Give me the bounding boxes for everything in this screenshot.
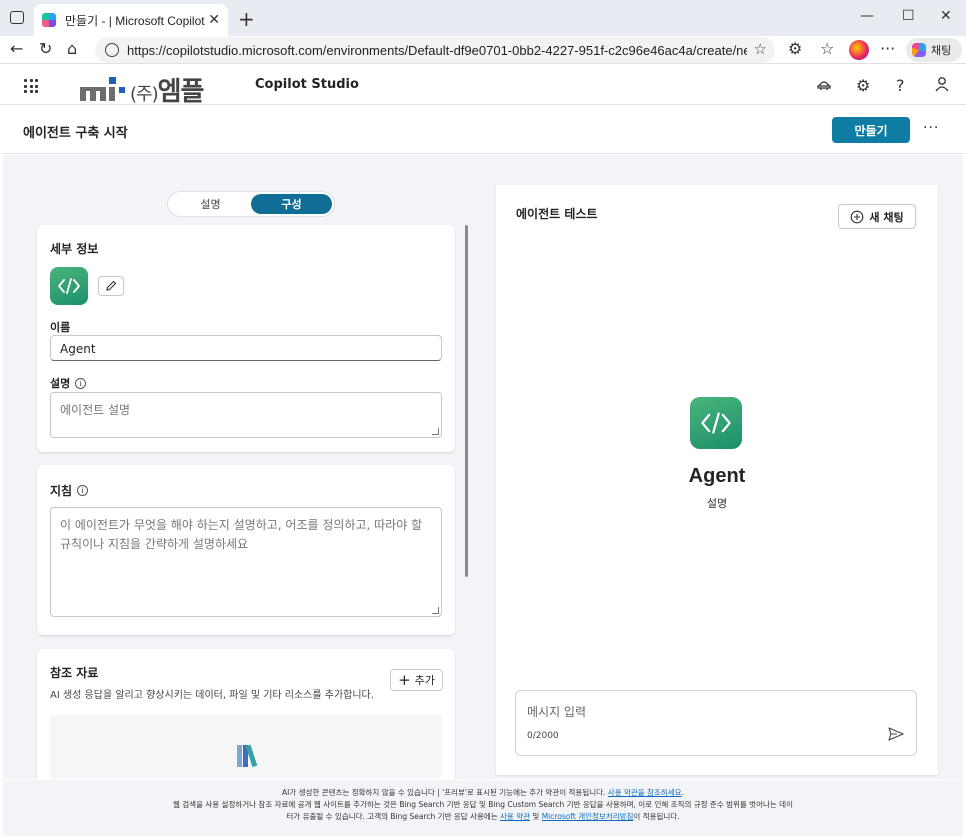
tab-configure[interactable]: 구성 (251, 194, 332, 214)
description-label: 설명 i (50, 375, 87, 391)
home-icon[interactable]: ⌂ (67, 39, 77, 58)
browser-titlebar: 만들기 - | Microsoft Copilot Studio ✕ + — ☐… (0, 0, 966, 36)
knowledge-dropzone[interactable] (50, 715, 442, 779)
close-tab-icon[interactable]: ✕ (208, 12, 220, 28)
message-input[interactable]: 메시지 입력 0/2000 (515, 690, 917, 756)
resize-handle-icon[interactable] (432, 607, 439, 614)
app-name[interactable]: Copilot Studio (255, 77, 359, 92)
privacy-link[interactable]: Microsoft 개인정보처리방침 (542, 812, 634, 821)
knowledge-card: 참조 자료 + 추가 AI 생성 응답을 알리고 향상시키는 데이터, 파일 및… (37, 649, 455, 789)
app-header: (주)엠플 Copilot Studio ⚙ ? (0, 65, 966, 107)
details-title: 세부 정보 (50, 242, 99, 256)
copilot-studio-favicon-icon (42, 13, 56, 27)
url-field[interactable]: https://copilotstudio.microsoft.com/envi… (95, 37, 775, 63)
terms-of-use-link[interactable]: 사용 약관 (500, 812, 530, 821)
environment-icon[interactable] (816, 76, 832, 96)
instructions-placeholder: 이 에이전트가 무엇을 해야 하는지 설명하고, 어조를 정의하고, 따라야 할… (60, 518, 423, 551)
tab-describe[interactable]: 설명 (170, 194, 251, 214)
url-text: https://copilotstudio.microsoft.com/envi… (127, 42, 747, 58)
tab-title: 만들기 - | Microsoft Copilot Studio (65, 13, 205, 28)
knowledge-title: 참조 자료 (50, 666, 99, 680)
favorites-icon[interactable]: ☆ (820, 39, 834, 58)
favorite-star-icon[interactable]: ☆ (754, 40, 767, 58)
more-actions-button[interactable]: ··· (923, 120, 939, 136)
more-options-icon[interactable]: ··· (880, 39, 895, 58)
agent-name: Agent (688, 465, 746, 487)
refresh-icon[interactable]: ↻ (39, 39, 52, 58)
agent-description: 설명 (706, 497, 728, 510)
tab-actions-icon[interactable] (10, 11, 24, 24)
copilot-label: 채팅 (931, 44, 952, 57)
details-card: 세부 정보 이름 Agent 설명 i 에이전트 설명 (37, 225, 455, 452)
message-placeholder: 메시지 입력 (527, 705, 587, 719)
info-icon[interactable]: i (75, 377, 87, 389)
company-name: (주)엠플 (130, 77, 204, 107)
user-account-icon[interactable] (934, 76, 950, 96)
main-content: 설명 구성 세부 정보 이름 Agent 설명 i 에이전트 설명 지침 i 이… (3, 155, 963, 789)
terms-link[interactable]: 사용 약관을 참조하세요 (608, 788, 682, 797)
config-scrollbar[interactable] (465, 225, 468, 577)
help-icon[interactable]: ? (896, 76, 905, 95)
books-icon (237, 744, 258, 767)
back-icon[interactable]: ← (10, 39, 23, 58)
company-logo: (주)엠플 (80, 69, 215, 107)
knowledge-description: AI 생성 응답을 알리고 향상시키는 데이터, 파일 및 기타 리소스를 추가… (50, 690, 374, 701)
extensions-icon[interactable]: ⚙ (788, 39, 802, 58)
create-button[interactable]: 만들기 (832, 117, 910, 143)
test-agent-panel: 에이전트 테스트 새 채팅 Agent 설명 메시지 입력 0/2000 (496, 185, 938, 775)
site-info-icon[interactable] (105, 43, 119, 57)
mode-switcher: 설명 구성 (167, 191, 335, 217)
add-chat-icon (851, 210, 864, 223)
footer-line-3: 터가 유출될 수 있습니다. 고객의 Bing Search 기반 응답 사용에… (286, 812, 498, 821)
page-title: 에이전트 구축 시작 (23, 126, 128, 141)
settings-gear-icon[interactable]: ⚙ (856, 76, 870, 95)
resize-handle-icon[interactable] (432, 428, 439, 435)
pencil-icon (106, 280, 117, 291)
new-chat-button[interactable]: 새 채팅 (838, 204, 916, 229)
instructions-textarea[interactable]: 이 에이전트가 무엇을 해야 하는지 설명하고, 어조를 정의하고, 따라야 할… (50, 507, 442, 617)
description-placeholder: 에이전트 설명 (60, 403, 131, 417)
company-logo-mark-icon (80, 77, 125, 101)
page-title-bar: 에이전트 구축 시작 만들기 ··· (3, 106, 963, 154)
info-icon[interactable]: i (77, 485, 89, 496)
new-tab-icon[interactable]: + (238, 7, 255, 31)
name-input[interactable]: Agent (50, 335, 442, 361)
new-chat-label: 새 채팅 (869, 210, 904, 224)
send-icon[interactable] (888, 727, 904, 741)
copilot-chat-button[interactable]: 채팅 (906, 38, 962, 62)
address-bar: ← ↻ ⌂ https://copilotstudio.microsoft.co… (0, 36, 966, 64)
copilot-icon (912, 43, 926, 57)
profile-avatar[interactable] (849, 40, 869, 60)
plus-icon: + (398, 671, 411, 689)
browser-tab[interactable]: 만들기 - | Microsoft Copilot Studio ✕ (34, 4, 228, 36)
footer-line-1: AI가 생성한 콘텐츠는 정확하지 않을 수 있습니다 | '프리뷰'로 표시된… (282, 788, 606, 797)
minimize-icon[interactable]: — (860, 8, 874, 24)
maximize-icon[interactable]: ☐ (902, 8, 915, 24)
description-textarea[interactable]: 에이전트 설명 (50, 392, 442, 438)
edit-icon-button[interactable] (98, 276, 124, 296)
footer-line-3-end: 이 적용됩니다. (633, 812, 680, 821)
agent-avatar-icon[interactable] (50, 267, 88, 305)
footer-line-2: 웹 검색을 사용 설정하거나 참조 자료에 공개 웹 사이트를 추가하는 것은 … (173, 800, 793, 809)
footer-conjunction: 및 (532, 812, 540, 821)
close-window-icon[interactable]: ✕ (940, 8, 952, 24)
test-panel-title: 에이전트 테스트 (516, 207, 598, 221)
app-launcher-icon[interactable] (24, 79, 38, 93)
instructions-card: 지침 i 이 에이전트가 무엇을 해야 하는지 설명하고, 어조를 정의하고, … (37, 465, 455, 635)
instructions-title: 지침 i (50, 482, 89, 499)
character-count: 0/2000 (527, 731, 559, 741)
disclaimer-footer: AI가 생성한 콘텐츠는 정확하지 않을 수 있습니다 | '프리뷰'로 표시된… (3, 780, 963, 836)
add-knowledge-button[interactable]: + 추가 (390, 669, 443, 691)
agent-avatar-icon (690, 397, 742, 449)
name-label: 이름 (50, 321, 71, 334)
add-label: 추가 (414, 674, 435, 687)
